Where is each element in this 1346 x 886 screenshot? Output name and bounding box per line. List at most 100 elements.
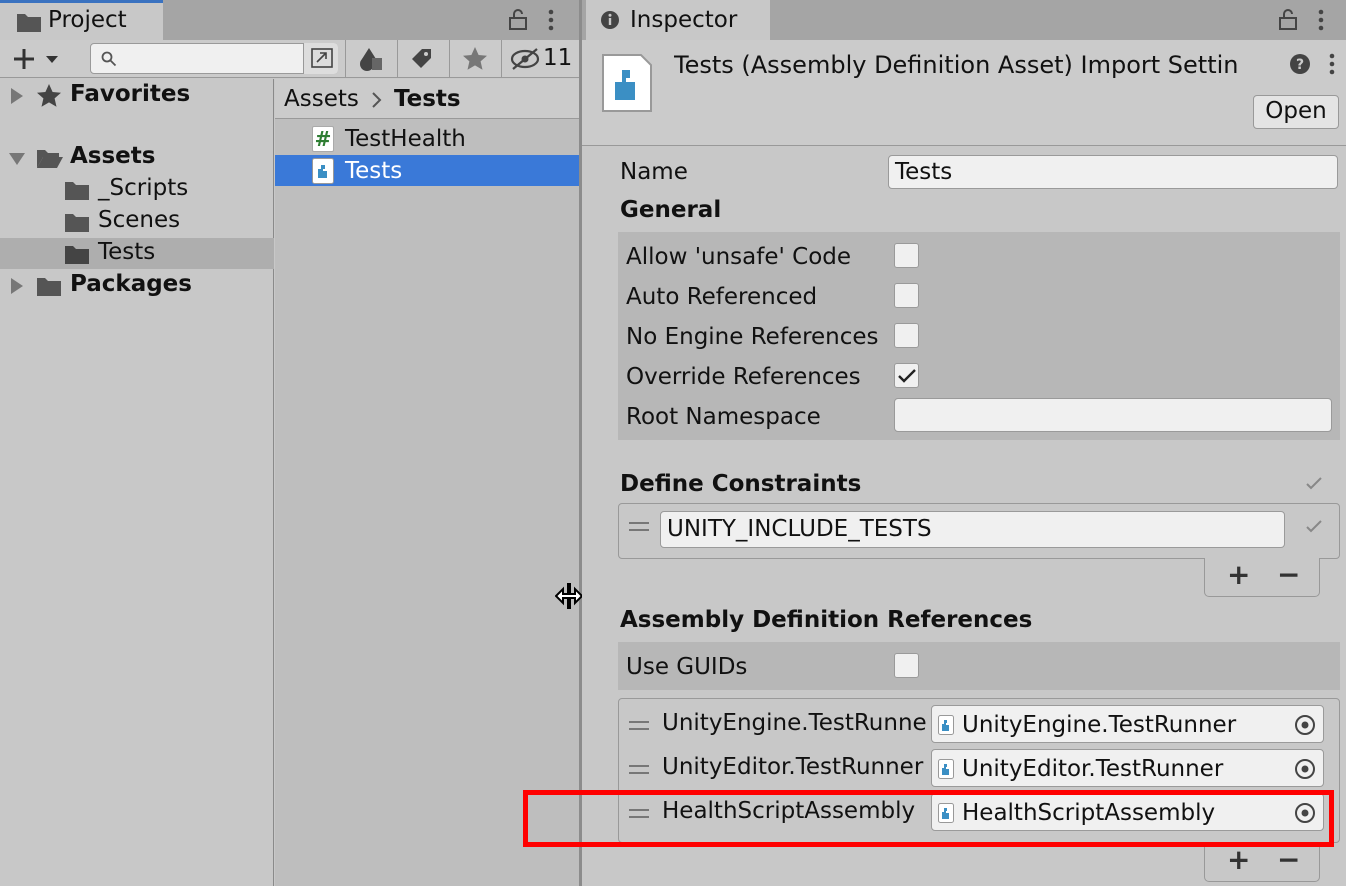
assembly-definition-icon	[312, 158, 334, 184]
help-icon[interactable]: ?	[1289, 53, 1311, 75]
allow-unsafe-checkbox[interactable]	[894, 243, 919, 268]
override-references-checkbox[interactable]	[894, 363, 919, 388]
inspector-title: Tests (Assembly Definition Asset) Import…	[674, 51, 1239, 79]
tab-inspector-label: Inspector	[630, 7, 738, 33]
tree-item-assets[interactable]: Assets	[70, 142, 155, 170]
search-popout-button[interactable]	[303, 43, 338, 74]
hidden-packages-icon[interactable]	[510, 48, 542, 70]
breadcrumb: Assets Tests	[275, 79, 579, 119]
no-engine-references-checkbox[interactable]	[894, 323, 919, 348]
kebab-menu-icon[interactable]	[1315, 8, 1327, 32]
drag-handle-icon[interactable]	[629, 522, 649, 532]
inspector-tab-bar: Inspector	[582, 0, 1346, 40]
checkmark-icon	[898, 369, 916, 383]
remove-constraint-button[interactable]: −	[1277, 561, 1300, 589]
expand-arrow-icon[interactable]	[10, 277, 24, 295]
collapse-arrow-icon[interactable]	[8, 152, 26, 166]
favorite-star-icon[interactable]	[462, 46, 488, 72]
asm-ref-value: UnityEngine.TestRunner	[962, 712, 1237, 738]
tab-inspector[interactable]: Inspector	[586, 0, 770, 40]
open-button[interactable]: Open	[1253, 95, 1339, 129]
asm-ref-label: UnityEditor.TestRunner	[662, 754, 924, 780]
lock-icon[interactable]	[1278, 8, 1298, 30]
list-item[interactable]: # TestHealth	[275, 123, 579, 154]
folder-icon	[65, 246, 89, 264]
project-tab-bar: Project	[0, 0, 579, 40]
allow-unsafe-label: Allow 'unsafe' Code	[626, 244, 852, 270]
file-name: TestHealth	[345, 126, 466, 152]
add-reference-button[interactable]: +	[1227, 846, 1250, 874]
object-picker-icon[interactable]	[1294, 802, 1316, 824]
create-dropdown-icon[interactable]	[12, 48, 62, 70]
object-picker-icon[interactable]	[1294, 758, 1316, 780]
file-name: Tests	[345, 158, 403, 184]
assembly-definition-icon	[938, 715, 954, 735]
inspector-header: Tests (Assembly Definition Asset) Import…	[582, 40, 1346, 146]
asm-ref-value: HealthScriptAssembly	[962, 800, 1216, 826]
search-icon	[101, 51, 117, 67]
name-value: Tests	[895, 159, 953, 185]
lock-icon[interactable]	[508, 8, 528, 30]
filter-by-type-icon[interactable]	[357, 46, 383, 72]
project-folder-tree: Favorites Assets _Scripts Scenes Tests P…	[0, 79, 274, 886]
expand-arrow-icon[interactable]	[10, 87, 24, 105]
auto-referenced-checkbox[interactable]	[894, 283, 919, 308]
cs-script-icon: #	[312, 126, 334, 152]
asm-ref-object-field[interactable]: HealthScriptAssembly	[931, 793, 1324, 831]
asm-ref-value: UnityEditor.TestRunner	[962, 756, 1224, 782]
chevron-right-icon	[372, 92, 382, 108]
project-toolbar: 11	[0, 40, 579, 78]
drag-handle-icon[interactable]	[629, 765, 649, 775]
checkmark-icon	[1306, 520, 1322, 533]
drag-handle-icon[interactable]	[629, 721, 649, 731]
define-constraints-footer: + −	[1204, 558, 1320, 597]
add-constraint-button[interactable]: +	[1227, 561, 1250, 589]
kebab-menu-icon[interactable]	[545, 8, 557, 32]
name-field[interactable]: Tests	[888, 155, 1338, 189]
inspector-window: Inspector Tests (Assembly Definition Ass…	[582, 0, 1346, 886]
asm-ref-label: HealthScriptAssembly	[662, 798, 916, 824]
assembly-definition-icon	[938, 759, 954, 779]
asm-ref-label: UnityEngine.TestRunne	[662, 710, 926, 736]
tree-item-favorites[interactable]: Favorites	[70, 80, 190, 108]
asm-refs-heading: Assembly Definition References	[620, 607, 1033, 633]
tab-project-label: Project	[48, 7, 127, 33]
asm-ref-object-field[interactable]: UnityEditor.TestRunner	[931, 749, 1324, 787]
folder-icon	[65, 182, 89, 200]
name-label: Name	[620, 159, 688, 185]
root-namespace-field[interactable]	[894, 398, 1332, 432]
define-constraints-heading: Define Constraints	[620, 471, 862, 497]
checkmark-icon	[1306, 477, 1322, 490]
define-constraint-value: UNITY_INCLUDE_TESTS	[667, 516, 932, 542]
object-picker-icon[interactable]	[1294, 714, 1316, 736]
kebab-menu-icon[interactable]	[1326, 52, 1338, 76]
info-icon	[601, 11, 619, 29]
list-item-selected[interactable]: Tests	[275, 155, 579, 186]
folder-icon	[37, 278, 61, 296]
open-folder-icon	[37, 150, 63, 168]
tree-item-tests[interactable]: Tests	[98, 238, 155, 266]
hidden-packages-count: 11	[543, 45, 573, 71]
folder-icon	[65, 214, 89, 232]
define-constraint-field[interactable]: UNITY_INCLUDE_TESTS	[660, 511, 1285, 548]
asm-ref-object-field[interactable]: UnityEngine.TestRunner	[931, 705, 1324, 743]
breadcrumb-tests[interactable]: Tests	[394, 85, 461, 113]
tab-project[interactable]: Project	[0, 0, 163, 40]
use-guids-checkbox[interactable]	[894, 653, 919, 678]
project-window: Project 11 Favorites Assets _Scripts Sce…	[0, 0, 579, 886]
filter-by-label-icon[interactable]	[410, 47, 434, 71]
remove-reference-button[interactable]: −	[1277, 846, 1300, 874]
use-guids-label: Use GUIDs	[626, 654, 748, 680]
assembly-definition-icon	[938, 803, 954, 823]
breadcrumb-assets[interactable]: Assets	[284, 85, 359, 113]
tree-item-packages[interactable]: Packages	[70, 270, 192, 298]
tree-item-scenes[interactable]: Scenes	[98, 206, 180, 234]
search-input[interactable]	[90, 43, 338, 74]
assembly-definition-icon	[602, 54, 652, 112]
star-icon	[37, 84, 61, 107]
root-namespace-label: Root Namespace	[626, 404, 821, 430]
override-references-label: Override References	[626, 364, 861, 390]
svg-text:?: ?	[1296, 57, 1304, 73]
drag-handle-icon[interactable]	[629, 809, 649, 819]
tree-item-scripts[interactable]: _Scripts	[98, 174, 188, 202]
